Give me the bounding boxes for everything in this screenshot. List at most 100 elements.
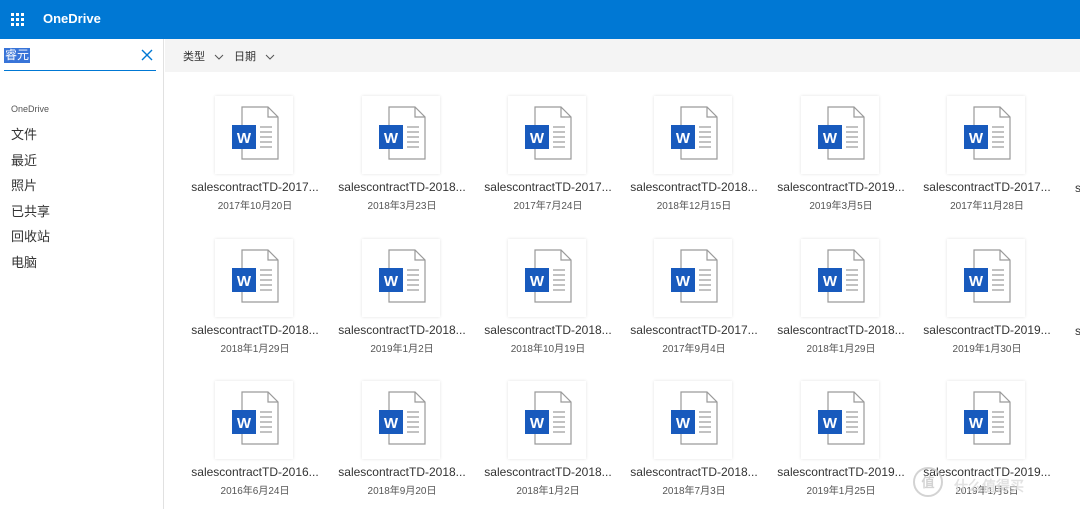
file-name[interactable]: salescontractTD-2017... [917, 180, 1057, 194]
file-tile[interactable]: WsalescontractTD-2019... 2019年3月5日 [771, 96, 911, 236]
file-date: 2018年10月19日 [510, 344, 586, 355]
file-tile[interactable]: WsalescontractTD-2018... 2018年7月3日 [624, 381, 764, 509]
date-filter-button[interactable]: 日期 [234, 48, 275, 64]
file-thumbnail[interactable]: W [654, 96, 732, 174]
file-name-partial[interactable]: s [1075, 324, 1080, 338]
nav-item-files[interactable]: 文件 [11, 125, 50, 151]
file-tile[interactable]: WsalescontractTD-2019... 2019年1月25日 [771, 381, 911, 509]
file-tile[interactable]: WsalescontractTD-2017... 2017年9月4日 [624, 239, 764, 379]
nav-list: 文件 最近 照片 已共享 回收站 电脑 [11, 125, 50, 279]
command-bar: 类型 日期 [165, 39, 1080, 72]
file-name[interactable]: salescontractTD-2018... [478, 323, 618, 337]
file-thumbnail[interactable]: W [508, 239, 586, 317]
svg-text:W: W [530, 415, 545, 432]
nav-item-recent[interactable]: 最近 [11, 151, 50, 177]
file-thumbnail[interactable]: W [362, 96, 440, 174]
file-name[interactable]: salescontractTD-2017... [624, 323, 764, 337]
nav-item-recycle-bin[interactable]: 回收站 [11, 227, 50, 253]
file-thumbnail[interactable]: W [215, 96, 293, 174]
file-thumbnail[interactable]: W [947, 239, 1025, 317]
file-name[interactable]: salescontractTD-2018... [624, 465, 764, 479]
app-title[interactable]: OneDrive [43, 11, 101, 26]
nav-item-shared[interactable]: 已共享 [11, 202, 50, 228]
file-tile[interactable]: WsalescontractTD-2018... 2018年9月20日 [332, 381, 472, 509]
file-thumbnail[interactable]: W [362, 239, 440, 317]
file-tile[interactable]: WsalescontractTD-2017... 2017年10月20日 [185, 96, 325, 236]
file-name[interactable]: salescontractTD-2019... [771, 180, 911, 194]
file-date: 2019年1月2日 [370, 344, 434, 355]
app-launcher-icon[interactable] [0, 0, 34, 39]
nav-item-photos[interactable]: 照片 [11, 176, 50, 202]
svg-text:W: W [823, 130, 838, 147]
word-document-icon: W [671, 106, 718, 160]
file-date: 2017年11月28日 [950, 201, 1024, 212]
file-date: 2018年7月3日 [662, 486, 726, 497]
top-bar: OneDrive [0, 0, 1080, 39]
date-filter-label: 日期 [234, 51, 256, 63]
file-name[interactable]: salescontractTD-2018... [332, 465, 472, 479]
file-thumbnail[interactable]: W [801, 96, 879, 174]
file-tile[interactable]: WsalescontractTD-2017... 2017年11月28日 [917, 96, 1057, 236]
word-document-icon: W [379, 106, 426, 160]
file-thumbnail[interactable]: W [215, 239, 293, 317]
svg-text:W: W [530, 130, 545, 147]
file-thumbnail[interactable]: W [801, 239, 879, 317]
file-name[interactable]: salescontractTD-2018... [185, 323, 325, 337]
file-tile[interactable]: WsalescontractTD-2018... 2018年3月23日 [332, 96, 472, 236]
file-date: 2019年1月30日 [952, 344, 1022, 355]
file-tile[interactable]: WsalescontractTD-2018... 2018年10月19日 [478, 239, 618, 379]
file-date: 2018年1月29日 [806, 344, 876, 355]
search-input[interactable]: 睿元 [4, 48, 31, 63]
word-document-icon: W [964, 391, 1011, 445]
svg-text:W: W [237, 130, 252, 147]
word-document-icon: W [964, 106, 1011, 160]
file-name[interactable]: salescontractTD-2017... [185, 180, 325, 194]
nav-item-pcs[interactable]: 电脑 [11, 253, 50, 279]
word-document-icon: W [379, 249, 426, 303]
file-thumbnail[interactable]: W [801, 381, 879, 459]
close-icon[interactable] [139, 47, 155, 63]
file-date: 2018年12月15日 [656, 201, 732, 212]
file-thumbnail[interactable]: W [654, 239, 732, 317]
file-tile[interactable]: WsalescontractTD-2018... 2018年12月15日 [624, 96, 764, 236]
file-name[interactable]: salescontractTD-2016... [185, 465, 325, 479]
file-thumbnail[interactable]: W [947, 381, 1025, 459]
svg-text:W: W [969, 130, 984, 147]
file-tile[interactable]: WsalescontractTD-2018... 2018年1月29日 [185, 239, 325, 379]
file-thumbnail[interactable]: W [947, 96, 1025, 174]
file-name[interactable]: salescontractTD-2019... [771, 465, 911, 479]
file-name[interactable]: salescontractTD-2017... [478, 180, 618, 194]
search-underline [4, 70, 156, 71]
word-document-icon: W [232, 106, 279, 160]
file-thumbnail[interactable]: W [362, 381, 440, 459]
file-tile[interactable]: WsalescontractTD-2016... 2016年6月24日 [185, 381, 325, 509]
file-thumbnail[interactable]: W [508, 96, 586, 174]
file-name[interactable]: salescontractTD-2018... [478, 465, 618, 479]
word-document-icon: W [232, 391, 279, 445]
type-filter-button[interactable]: 类型 [183, 48, 224, 64]
file-tile[interactable]: WsalescontractTD-2018... 2018年1月2日 [478, 381, 618, 509]
svg-text:W: W [530, 273, 545, 290]
file-name[interactable]: salescontractTD-2018... [332, 323, 472, 337]
file-thumbnail[interactable]: W [508, 381, 586, 459]
file-name-partial[interactable]: s [1075, 181, 1080, 195]
watermark-logo: 值 什么值得买 [912, 466, 1024, 503]
file-name[interactable]: salescontractTD-2018... [771, 323, 911, 337]
file-thumbnail[interactable]: W [215, 381, 293, 459]
file-name[interactable]: salescontractTD-2019... [917, 323, 1057, 337]
file-tile[interactable]: WsalescontractTD-2017... 2017年7月24日 [478, 96, 618, 236]
file-name[interactable]: salescontractTD-2018... [332, 180, 472, 194]
svg-text:W: W [676, 130, 691, 147]
svg-text:W: W [384, 415, 399, 432]
chevron-down-icon [214, 54, 224, 60]
word-document-icon: W [964, 249, 1011, 303]
sidebar: 睿元 OneDrive 文件 最近 照片 已共享 回收站 电脑 [0, 39, 164, 509]
file-thumbnail[interactable]: W [654, 381, 732, 459]
file-tile[interactable]: WsalescontractTD-2019... 2019年1月30日 [917, 239, 1057, 379]
file-tile[interactable]: WsalescontractTD-2018... 2019年1月2日 [332, 239, 472, 379]
file-tile[interactable]: WsalescontractTD-2018... 2018年1月29日 [771, 239, 911, 379]
file-date: 2019年1月25日 [806, 486, 876, 497]
word-document-icon: W [525, 391, 572, 445]
svg-text:W: W [823, 415, 838, 432]
file-name[interactable]: salescontractTD-2018... [624, 180, 764, 194]
